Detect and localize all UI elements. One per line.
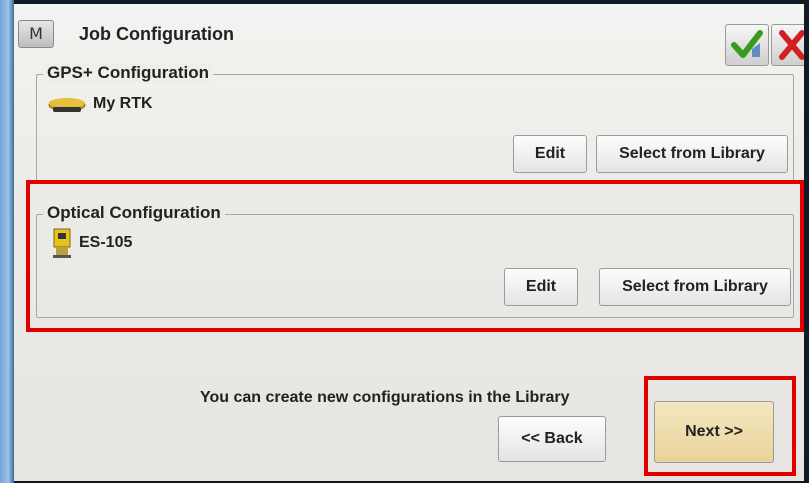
back-button[interactable]: << Back: [498, 416, 606, 462]
gps-select-from-library-button[interactable]: Select from Library: [596, 135, 788, 173]
gps-edit-button[interactable]: Edit: [513, 135, 587, 173]
close-x-icon: [779, 30, 804, 60]
ok-button[interactable]: [725, 24, 769, 66]
gps-config-item: My RTK: [47, 93, 153, 115]
device-screen: M Job Configuration GPS+ Configuration M…: [14, 4, 804, 481]
library-info-text: You can create new configurations in the…: [200, 389, 570, 406]
checkmark-icon: [731, 30, 763, 58]
device-bezel-left: [0, 0, 14, 483]
cancel-button[interactable]: [771, 24, 804, 66]
window-title: Job Configuration: [79, 24, 234, 44]
gps-configuration-legend: GPS+ Configuration: [43, 63, 213, 83]
title-bar: M Job Configuration: [14, 4, 804, 66]
main-menu-button[interactable]: M: [18, 20, 54, 48]
gps-config-name: My RTK: [93, 95, 153, 112]
gps-receiver-icon: [48, 98, 86, 112]
next-highlight-box: [644, 376, 796, 476]
optical-highlight-box: [26, 180, 804, 332]
